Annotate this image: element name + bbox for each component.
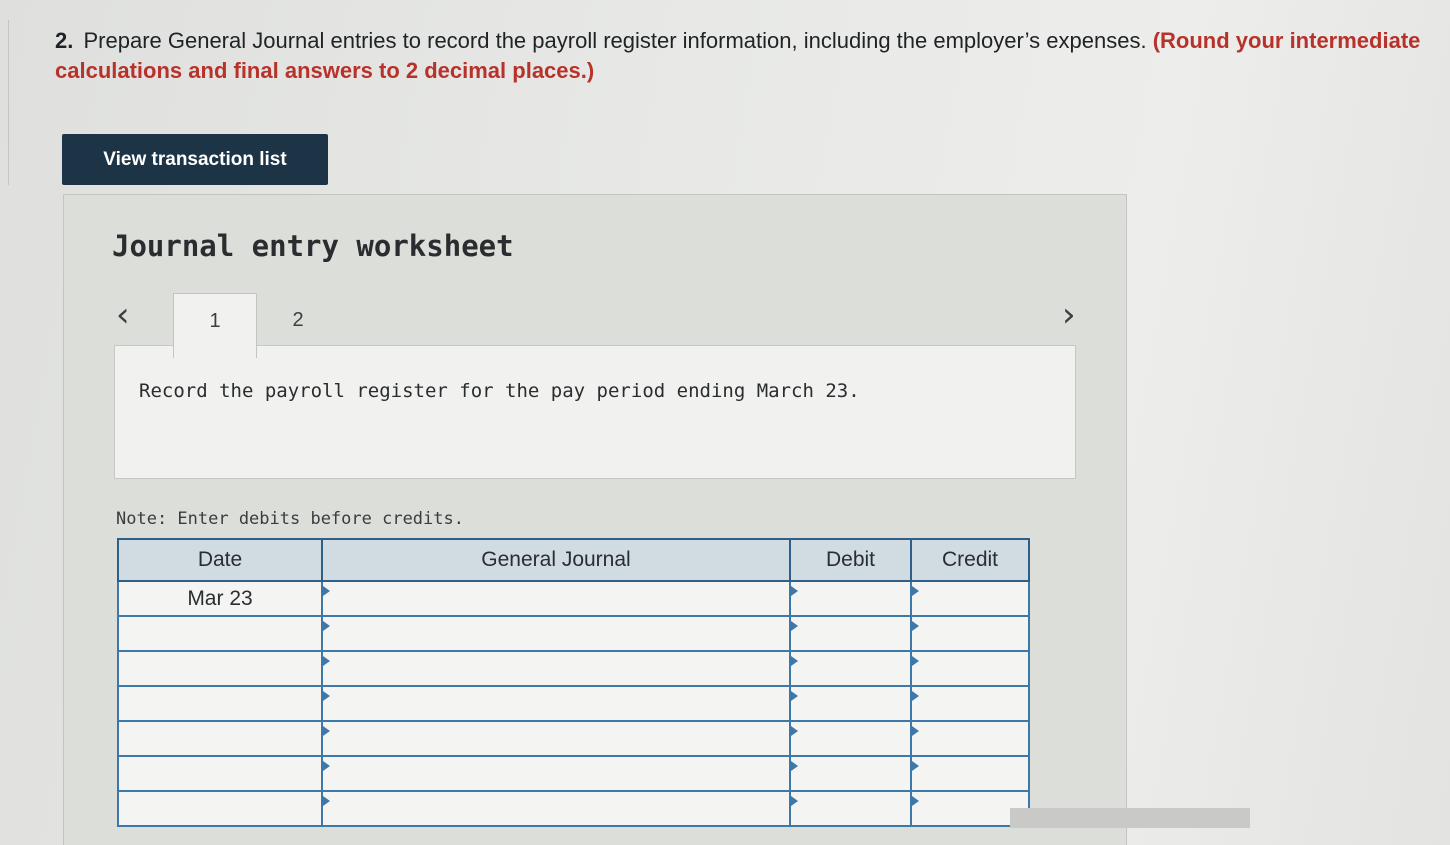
journal-entry-worksheet: Journal entry worksheet ‹ 1 2 › Record t… [63, 194, 1127, 845]
header-general-journal: General Journal [321, 538, 791, 582]
account-input[interactable] [321, 790, 791, 827]
table-row [117, 720, 1030, 757]
account-input[interactable] [321, 685, 791, 722]
credit-input[interactable] [910, 650, 1030, 687]
debit-input[interactable] [789, 615, 912, 652]
view-transaction-list-button[interactable]: View transaction list [62, 134, 328, 185]
account-input[interactable] [321, 650, 791, 687]
question-number: 2. [55, 28, 74, 53]
credit-input[interactable] [910, 720, 1030, 757]
note-text: Note: Enter debits before credits. [116, 509, 464, 529]
question-text: 2. Prepare General Journal entries to re… [55, 26, 1445, 86]
worksheet-title: Journal entry worksheet [112, 229, 514, 263]
table-row [117, 790, 1030, 827]
credit-input[interactable] [910, 580, 1030, 617]
debit-input[interactable] [789, 720, 912, 757]
table-row [117, 615, 1030, 652]
debit-input[interactable] [789, 755, 912, 792]
table-row [117, 685, 1030, 722]
credit-input[interactable] [910, 615, 1030, 652]
date-cell[interactable] [117, 615, 323, 652]
chevron-left-icon[interactable]: ‹ [116, 298, 130, 332]
tab-panel: Record the payroll register for the pay … [114, 345, 1076, 479]
account-input[interactable] [321, 720, 791, 757]
account-input[interactable] [321, 615, 791, 652]
table-row [117, 755, 1030, 792]
account-input[interactable] [321, 580, 791, 617]
table-row [117, 650, 1030, 687]
table-row: Mar 23 [117, 580, 1030, 617]
date-cell: Mar 23 [117, 580, 323, 617]
date-cell[interactable] [117, 720, 323, 757]
debit-input[interactable] [789, 685, 912, 722]
date-cell[interactable] [117, 755, 323, 792]
question-body: Prepare General Journal entries to recor… [83, 28, 1147, 53]
general-journal-table: Date General Journal Debit Credit Mar 23 [117, 538, 1030, 827]
header-date: Date [117, 538, 323, 582]
left-edge-divider [0, 20, 9, 185]
scroll-shadow-bar [1010, 808, 1250, 828]
header-credit: Credit [910, 538, 1030, 582]
header-debit: Debit [789, 538, 912, 582]
page: 2. Prepare General Journal entries to re… [0, 0, 1450, 845]
debit-input[interactable] [789, 580, 912, 617]
credit-input[interactable] [910, 755, 1030, 792]
date-cell[interactable] [117, 650, 323, 687]
debit-input[interactable] [789, 790, 912, 827]
credit-input[interactable] [910, 685, 1030, 722]
chevron-right-icon[interactable]: › [1062, 298, 1076, 332]
date-cell[interactable] [117, 685, 323, 722]
instruction-text: Record the payroll register for the pay … [139, 380, 860, 402]
date-cell[interactable] [117, 790, 323, 827]
table-header-row: Date General Journal Debit Credit [117, 538, 1030, 582]
debit-input[interactable] [789, 650, 912, 687]
account-input[interactable] [321, 755, 791, 792]
tab-1[interactable]: 1 [173, 293, 257, 358]
